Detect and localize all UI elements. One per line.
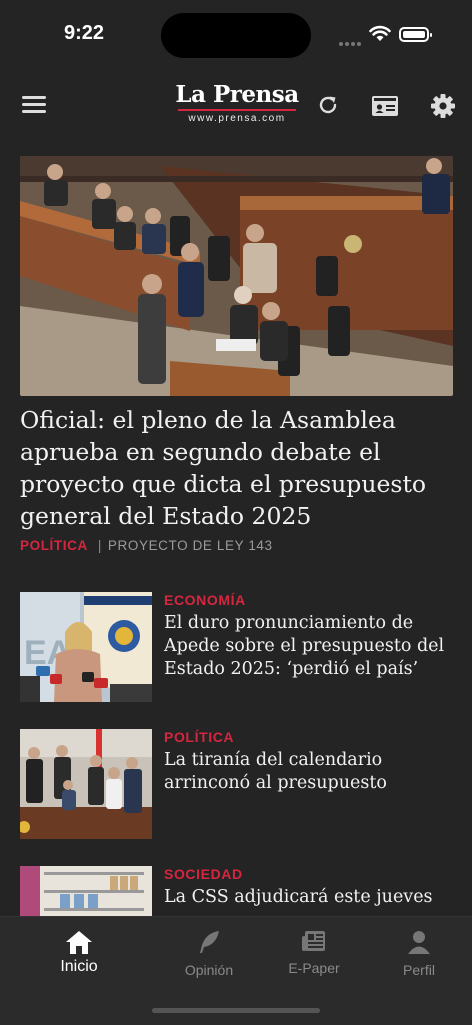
- tag-separator: |: [97, 538, 102, 553]
- signal-icon: [339, 33, 363, 46]
- article-title[interactable]: La tiranía del calendario arrinconó al p…: [164, 749, 460, 795]
- article-thumbnail[interactable]: [20, 729, 152, 839]
- article-card[interactable]: EA ECONOMÍA El duro pronunciamiento de A…: [20, 592, 460, 702]
- tab-perfil[interactable]: Perfil: [369, 929, 469, 978]
- wifi-icon: [369, 25, 391, 41]
- feather-icon: [200, 931, 219, 953]
- newspaper-icon: [302, 931, 325, 951]
- dynamic-island: [161, 13, 311, 58]
- refresh-icon[interactable]: [316, 93, 340, 117]
- article-title[interactable]: El duro pronunciamiento de Apede sobre e…: [164, 612, 460, 681]
- tab-label: Opinión: [184, 962, 234, 978]
- status-time: 9:22: [64, 22, 105, 44]
- tab-label: E-Paper: [288, 960, 340, 976]
- logo-name: La Prensa: [175, 81, 299, 108]
- featured-tags: POLÍTICA | PROYECTO DE LEY 143: [20, 538, 273, 553]
- logo-underline: [178, 109, 296, 111]
- brand-logo[interactable]: La Prensa www.prensa.com: [174, 82, 300, 126]
- article-title[interactable]: La CSS adjudicará este jueves: [164, 886, 460, 909]
- featured-image[interactable]: [20, 156, 453, 396]
- featured-headline[interactable]: Oficial: el pleno de la Asamblea aprueba…: [20, 404, 460, 532]
- logo-url: www.prensa.com: [188, 113, 286, 124]
- tab-label: Perfil: [403, 962, 435, 978]
- battery-icon: [399, 27, 432, 42]
- article-category[interactable]: POLÍTICA: [164, 729, 234, 745]
- tab-label: Inicio: [60, 958, 98, 975]
- article-category[interactable]: ECONOMÍA: [164, 592, 246, 608]
- user-icon: [408, 931, 430, 954]
- article-thumbnail[interactable]: EA: [20, 592, 152, 702]
- featured-subcategory[interactable]: PROYECTO DE LEY 143: [108, 538, 273, 553]
- featured-category[interactable]: POLÍTICA: [20, 538, 88, 553]
- menu-icon[interactable]: [22, 96, 46, 116]
- gear-icon[interactable]: [430, 93, 456, 119]
- status-bar: 9:22: [0, 0, 472, 64]
- app-header: La Prensa www.prensa.com: [0, 74, 472, 138]
- article-category[interactable]: SOCIEDAD: [164, 866, 243, 882]
- home-indicator[interactable]: [152, 1008, 320, 1013]
- tab-epaper[interactable]: E-Paper: [264, 929, 364, 976]
- tab-inicio[interactable]: Inicio: [29, 929, 129, 976]
- tab-opinion[interactable]: Opinión: [159, 929, 259, 978]
- id-card-icon[interactable]: [371, 95, 399, 117]
- article-card[interactable]: POLÍTICA La tiranía del calendario arrin…: [20, 729, 460, 839]
- home-icon: [66, 931, 92, 954]
